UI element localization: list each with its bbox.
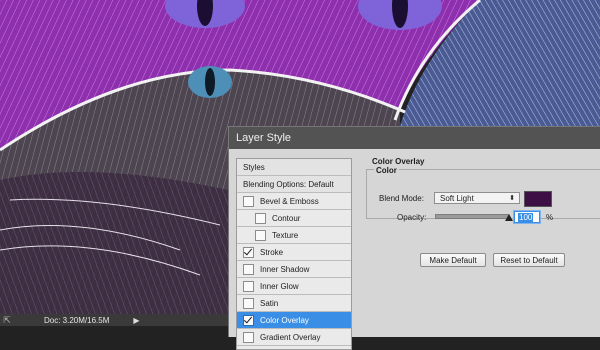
gradient-overlay-checkbox[interactable]	[243, 331, 254, 343]
style-item-gradient-overlay[interactable]: Gradient Overlay	[237, 329, 351, 346]
blend-mode-value: Soft Light	[440, 193, 474, 203]
styles-header[interactable]: Styles	[237, 159, 351, 176]
style-item-color-overlay[interactable]: Color Overlay	[237, 312, 351, 329]
color-overlay-panel: Color Overlay Blend Mode: Soft Light ⬍ O…	[356, 157, 600, 267]
styles-list: Styles Blending Options: Default Bevel &…	[236, 158, 352, 350]
play-arrow-icon[interactable]: ▶	[133, 316, 139, 325]
style-item-label: Inner Glow	[260, 281, 299, 291]
reset-to-default-button[interactable]: Reset to Default	[493, 253, 565, 267]
style-item-inner-shadow[interactable]: Inner Shadow	[237, 261, 351, 278]
inner-shadow-checkbox[interactable]	[243, 263, 254, 275]
opacity-slider[interactable]	[435, 214, 509, 219]
opacity-input[interactable]: 100	[514, 211, 540, 223]
satin-checkbox[interactable]	[243, 297, 254, 309]
style-item-label: Inner Shadow	[260, 264, 310, 274]
export-icon[interactable]: ⇱	[0, 314, 14, 326]
style-item-label: Bevel & Emboss	[260, 196, 319, 206]
doc-size-info: Doc: 3.20M/16.5M	[44, 315, 110, 325]
status-bar: ⇱ Doc: 3.20M/16.5M ▶	[0, 314, 230, 326]
style-item-label: Satin	[260, 298, 279, 308]
dialog-titlebar[interactable]: Layer Style	[229, 127, 600, 149]
make-default-button[interactable]: Make Default	[420, 253, 486, 267]
style-item-stroke[interactable]: Stroke	[237, 244, 351, 261]
opacity-value: 100	[518, 212, 534, 222]
contour-checkbox[interactable]	[255, 212, 266, 224]
style-item-texture[interactable]: Texture	[237, 227, 351, 244]
blend-mode-select[interactable]: Soft Light ⬍	[434, 192, 520, 204]
color-group-box: Blend Mode: Soft Light ⬍ Opacity: 100 %	[366, 169, 600, 223]
reset-to-default-label: Reset to Default	[500, 255, 558, 265]
section-title: Color Overlay	[372, 157, 425, 166]
style-item-contour[interactable]: Contour	[237, 210, 351, 227]
style-item-bevel-emboss[interactable]: Bevel & Emboss	[237, 193, 351, 210]
inner-glow-checkbox[interactable]	[243, 280, 254, 292]
color-group-title: Color	[374, 166, 399, 175]
color-overlay-checkbox[interactable]	[243, 314, 254, 326]
styles-header-label: Styles	[243, 162, 265, 172]
style-item-label: Color Overlay	[260, 315, 309, 325]
dialog-title: Layer Style	[236, 132, 292, 144]
style-item-inner-glow[interactable]: Inner Glow	[237, 278, 351, 295]
stroke-checkbox[interactable]	[243, 246, 254, 258]
select-caret-icon: ⬍	[509, 195, 515, 202]
layer-style-dialog: Layer Style Styles Blending Options: Def…	[228, 126, 600, 350]
style-item-label: Texture	[272, 230, 299, 240]
overlay-color-swatch[interactable]	[524, 191, 552, 207]
opacity-slider-handle[interactable]	[505, 214, 513, 221]
style-item-label: Stroke	[260, 247, 284, 257]
blending-options-item[interactable]: Blending Options: Default	[237, 176, 351, 193]
bevel-emboss-checkbox[interactable]	[243, 195, 254, 207]
style-item-label: Gradient Overlay	[260, 332, 321, 342]
style-item-label: Contour	[272, 213, 301, 223]
texture-checkbox[interactable]	[255, 229, 266, 241]
opacity-label: Opacity:	[397, 213, 427, 222]
style-item-satin[interactable]: Satin	[237, 295, 351, 312]
blend-mode-label: Blend Mode:	[379, 194, 424, 203]
blending-options-label: Blending Options: Default	[243, 179, 334, 189]
opacity-unit: %	[546, 213, 554, 222]
make-default-label: Make Default	[429, 255, 477, 265]
